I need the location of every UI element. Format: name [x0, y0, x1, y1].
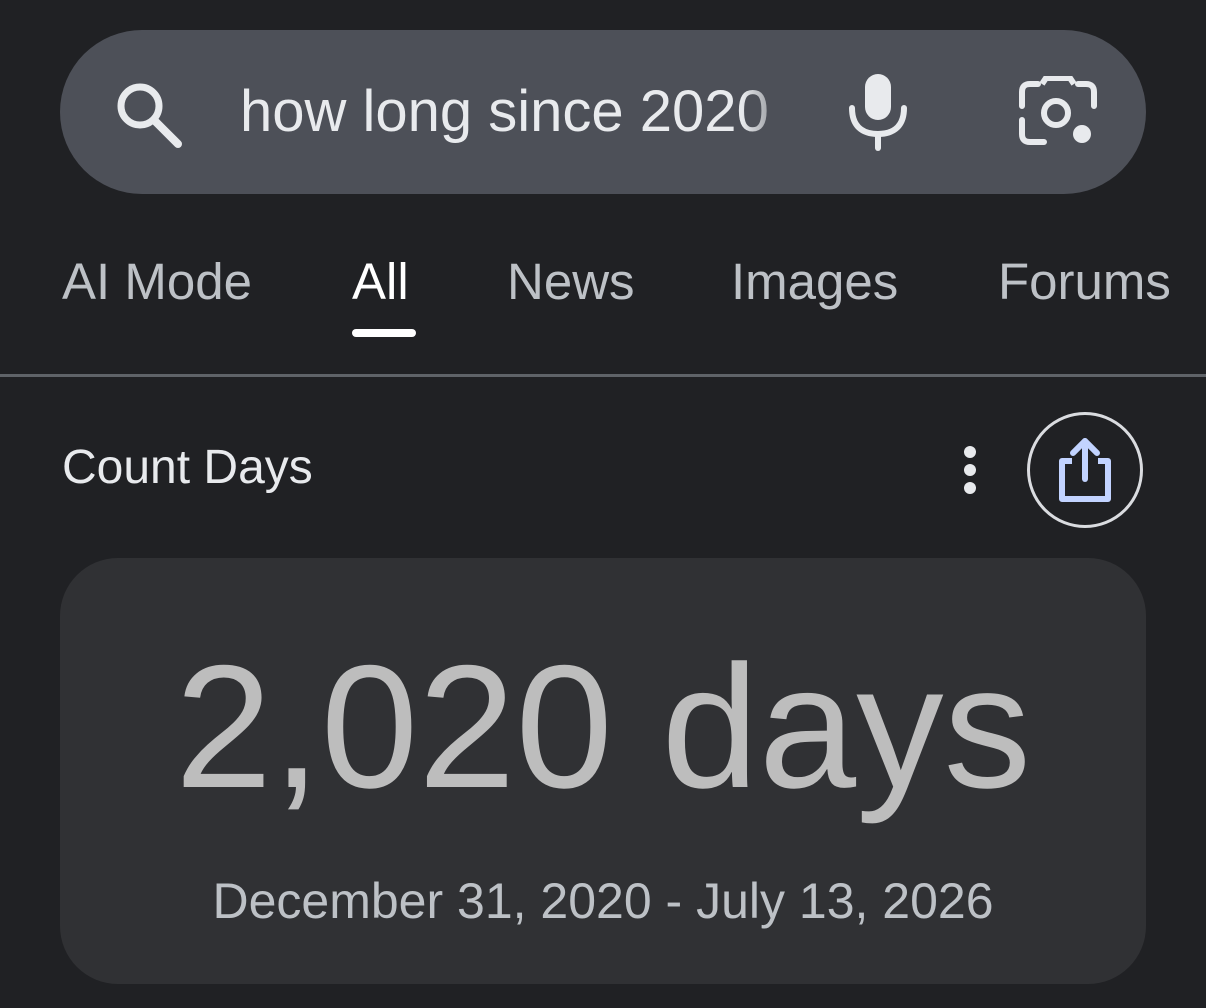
- tab-ai-mode[interactable]: AI Mode: [62, 250, 252, 314]
- result-title: Count Days: [62, 441, 313, 494]
- result-value: 2,020 days: [174, 630, 1032, 825]
- tab-forums[interactable]: Forums: [998, 250, 1171, 314]
- search-text-fade: [742, 72, 802, 152]
- mic-icon[interactable]: [842, 72, 914, 152]
- more-vert-icon[interactable]: [952, 440, 988, 500]
- active-tab-indicator: [352, 329, 416, 337]
- camera-lens-icon[interactable]: [1018, 75, 1098, 150]
- result-date-range: December 31, 2020 - July 13, 2026: [212, 873, 994, 929]
- tab-all[interactable]: All: [352, 250, 409, 314]
- share-icon: [1059, 438, 1111, 502]
- search-icon[interactable]: [112, 78, 184, 150]
- search-input[interactable]: how long since 2020: [240, 72, 792, 152]
- tabs-divider: [0, 374, 1206, 377]
- result-card: 2,020 days December 31, 2020 - July 13, …: [60, 558, 1146, 984]
- tab-images[interactable]: Images: [731, 250, 898, 314]
- tab-news[interactable]: News: [507, 250, 635, 314]
- share-button[interactable]: [1027, 412, 1143, 528]
